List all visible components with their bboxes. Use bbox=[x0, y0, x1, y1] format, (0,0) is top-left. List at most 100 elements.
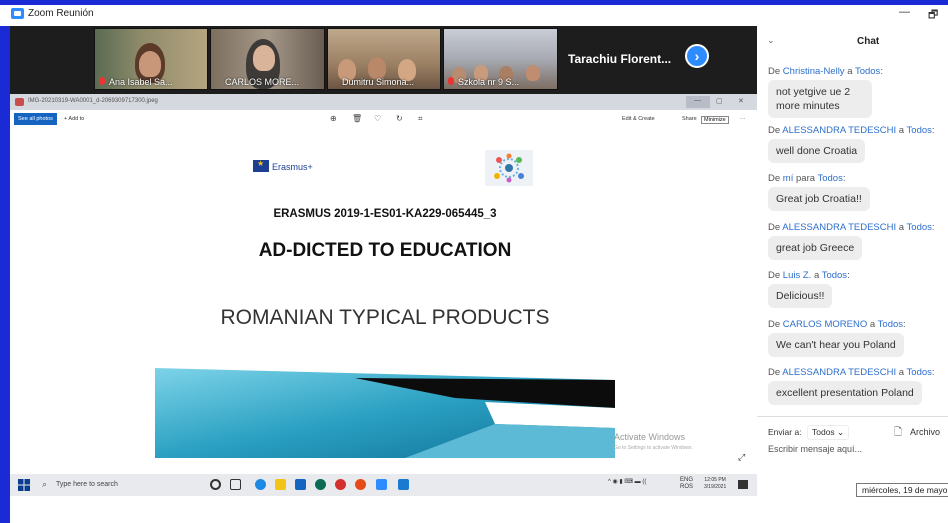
video-tile[interactable]: Szkola nr 9 S... bbox=[443, 28, 558, 90]
send-to-label: Enviar a: bbox=[768, 427, 802, 437]
muted-mic-icon bbox=[448, 77, 454, 85]
clock-time: 12:05 PM bbox=[704, 477, 726, 483]
chevron-down-icon[interactable]: ⌄ bbox=[767, 35, 775, 46]
region-label: ROS bbox=[680, 484, 694, 490]
participant-face bbox=[253, 45, 275, 71]
chat-message-sender: De Luis Z. a Todos: bbox=[768, 270, 850, 281]
notifications-icon[interactable] bbox=[738, 480, 748, 489]
firefox-icon[interactable] bbox=[355, 479, 366, 490]
chat-message-bubble: not yetgive ue 2 more minutes bbox=[768, 80, 872, 118]
edge-icon[interactable] bbox=[255, 479, 266, 490]
date-tooltip: miércoles, 19 de mayo bbox=[856, 483, 948, 497]
chat-message-bubble: We can't hear you Poland bbox=[768, 333, 904, 357]
project-code: ERASMUS 2019-1-ES01-KA229-065445_3 bbox=[273, 208, 497, 220]
photos-toolbar: See all photos + Add to ⊕ 🗑 ♡ ↻ ⌗ Edit &… bbox=[10, 110, 757, 128]
store-icon[interactable] bbox=[295, 479, 306, 490]
project-logo-image bbox=[485, 150, 533, 186]
app-icon[interactable] bbox=[315, 479, 326, 490]
chat-message-bubble: excellent presentation Poland bbox=[768, 381, 922, 405]
clock-date: 3/19/2021 bbox=[704, 484, 727, 490]
photos-close-button[interactable]: ✕ bbox=[738, 97, 744, 105]
system-tray-icons[interactable]: ^ ◉ ▮ ⌨ ▬ (( bbox=[608, 478, 646, 485]
file-icon[interactable]: 🗋 bbox=[894, 425, 902, 442]
zoom-taskbar-icon[interactable] bbox=[376, 479, 387, 490]
video-tile[interactable]: Ana Isabel Sa... bbox=[94, 28, 208, 90]
next-page-button[interactable]: › bbox=[685, 44, 709, 68]
participant-face bbox=[139, 51, 161, 77]
shared-screen: IMG-20210319-WA0001_d-2069309717300.jpeg… bbox=[10, 94, 757, 474]
expand-icon[interactable]: ⤢ bbox=[738, 452, 745, 463]
chat-panel: ⌄ Chat De Christina-Nelly a Todos: not y… bbox=[757, 26, 948, 523]
taskbar-clock[interactable]: 12:05 PM 3/19/2021 bbox=[704, 477, 726, 491]
file-button[interactable]: Archivo bbox=[910, 427, 940, 437]
add-to-button[interactable]: + Add to bbox=[64, 116, 84, 122]
input-language[interactable]: ENG ROS bbox=[680, 477, 693, 491]
slide-subtitle: ROMANIAN TYPICAL PRODUCTS bbox=[220, 306, 550, 329]
presentation-slide: Erasmus+ ERASMUS 2019-1-ES01-KA229-06544… bbox=[155, 128, 615, 458]
chat-message-sender: De Christina-Nelly a Todos: bbox=[768, 66, 883, 77]
chat-message-sender: De ALESSANDRA TEDESCHI a Todos: bbox=[768, 222, 935, 233]
activate-windows-subtitle: Go to Settings to activate Windows. bbox=[614, 445, 693, 451]
window-border bbox=[0, 0, 10, 523]
participant-video bbox=[368, 57, 386, 79]
chat-message-sender: De mí para Todos: bbox=[768, 173, 846, 184]
chat-title: Chat bbox=[857, 36, 880, 47]
chat-message-sender: De ALESSANDRA TEDESCHI a Todos: bbox=[768, 125, 935, 136]
chat-message-bubble: well done Croatia bbox=[768, 139, 866, 163]
chat-message-input[interactable]: Escribir mensaje aquí... bbox=[768, 444, 938, 458]
zoom-icon[interactable]: ⊕ bbox=[330, 114, 337, 123]
chat-message-sender: De ALESSANDRA TEDESCHI a Todos: bbox=[768, 367, 935, 378]
recipient-dropdown[interactable]: Todos ⌄ bbox=[807, 425, 850, 440]
activate-windows-watermark: Activate Windows bbox=[614, 432, 686, 442]
slide-banner-graphic bbox=[155, 368, 615, 458]
taskbar-search-box[interactable]: ⌕ Type here to search bbox=[36, 477, 191, 493]
photo-filename: IMG-20210319-WA0001_d-2069309717300.jpeg bbox=[28, 98, 158, 104]
window-title: Zoom Reunión bbox=[28, 8, 94, 19]
windows-start-icon[interactable] bbox=[18, 479, 30, 491]
task-view-icon[interactable] bbox=[230, 479, 241, 490]
photos-app-icon bbox=[15, 98, 24, 106]
cortana-icon[interactable] bbox=[210, 479, 221, 490]
crop-icon[interactable]: ⌗ bbox=[418, 114, 423, 124]
rotate-icon[interactable]: ↻ bbox=[396, 114, 403, 123]
restore-button[interactable]: 🗗 bbox=[928, 6, 938, 25]
photos-taskbar-icon[interactable] bbox=[398, 479, 409, 490]
edit-create-button[interactable]: Edit & Create bbox=[622, 116, 655, 122]
chat-message-sender: De CARLOS MORENO a Todos: bbox=[768, 319, 906, 330]
language-label: ENG bbox=[680, 477, 694, 483]
file-explorer-icon[interactable] bbox=[275, 479, 286, 490]
participant-video bbox=[526, 65, 540, 81]
muted-mic-icon bbox=[99, 77, 105, 85]
more-options-button[interactable]: ··· bbox=[740, 116, 746, 122]
photos-maximize-button[interactable]: ▢ bbox=[716, 97, 723, 105]
video-strip: Ana Isabel Sa... CARLOS MORE... Dumitru … bbox=[10, 26, 757, 94]
eu-flag-icon bbox=[253, 159, 269, 172]
share-button[interactable]: Share bbox=[682, 116, 697, 122]
photos-minimize-button[interactable]: — bbox=[694, 97, 701, 104]
search-icon: ⌕ bbox=[42, 479, 48, 489]
active-speaker-name: Tarachiu Florent... bbox=[568, 52, 672, 66]
slide-title: AD-DICTED TO EDUCATION bbox=[258, 240, 512, 261]
taskbar-search-placeholder: Type here to search bbox=[56, 481, 118, 488]
video-tile[interactable]: Dumitru Simona... bbox=[327, 28, 441, 90]
favorite-icon[interactable]: ♡ bbox=[374, 114, 381, 123]
zoom-meeting-window: Zoom Reunión — 🗗 Ana Isabel Sa... CARLOS… bbox=[0, 0, 948, 523]
chat-header: ⌄ Chat bbox=[757, 26, 948, 56]
video-tile[interactable]: CARLOS MORE... bbox=[210, 28, 325, 90]
erasmus-logo: Erasmus+ bbox=[272, 162, 313, 172]
chrome-icon[interactable] bbox=[335, 479, 346, 490]
delete-icon[interactable]: 🗑 bbox=[352, 114, 362, 123]
see-all-photos-button[interactable]: See all photos bbox=[14, 113, 57, 125]
photos-title-bar: IMG-20210319-WA0001_d-2069309717300.jpeg… bbox=[10, 94, 757, 110]
title-bar bbox=[0, 0, 948, 26]
participant-name: Szkola nr 9 S... bbox=[458, 77, 520, 87]
zoom-logo-icon bbox=[11, 8, 24, 19]
chat-message-bubble: great job Greece bbox=[768, 236, 863, 260]
chat-message-bubble: Great job Croatia!! bbox=[768, 187, 870, 211]
windows-taskbar: ⌕ Type here to search ^ ◉ ▮ ⌨ ▬ (( ENG R… bbox=[10, 474, 757, 496]
minimize-tooltip: Minimize bbox=[701, 116, 729, 124]
chat-divider bbox=[757, 416, 948, 417]
minimize-button[interactable]: — bbox=[899, 6, 910, 18]
participant-name: Dumitru Simona... bbox=[342, 77, 415, 87]
participant-name: CARLOS MORE... bbox=[225, 77, 300, 87]
